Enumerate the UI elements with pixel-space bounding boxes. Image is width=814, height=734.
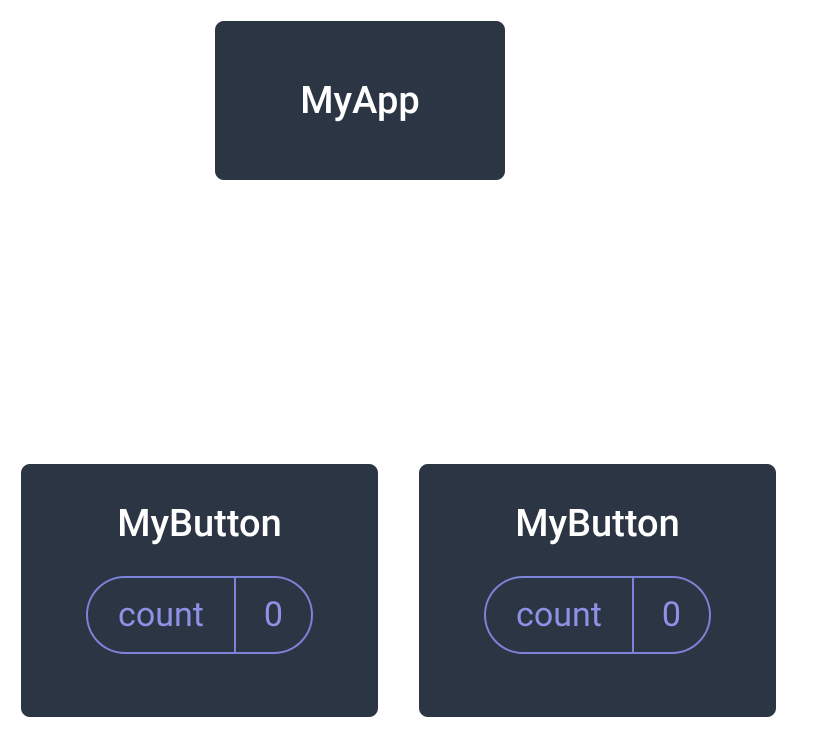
prop-value: 0 bbox=[236, 578, 311, 652]
prop-value: 0 bbox=[634, 578, 709, 652]
prop-name: count bbox=[88, 578, 236, 652]
child-component-node: MyButton count 0 bbox=[416, 461, 779, 720]
prop-name: count bbox=[486, 578, 634, 652]
connector-line bbox=[216, 335, 582, 338]
root-component-node: MyApp bbox=[212, 18, 508, 183]
connector-line bbox=[596, 352, 599, 461]
connector-corner bbox=[199, 335, 219, 355]
prop-pill: count 0 bbox=[86, 576, 313, 654]
child-component-label: MyButton bbox=[515, 502, 680, 546]
child-component-node: MyButton count 0 bbox=[18, 461, 381, 720]
connector-line bbox=[199, 352, 202, 461]
child-component-label: MyButton bbox=[117, 502, 282, 546]
connector-line bbox=[358, 183, 361, 338]
prop-pill: count 0 bbox=[484, 576, 711, 654]
root-component-label: MyApp bbox=[300, 79, 419, 123]
